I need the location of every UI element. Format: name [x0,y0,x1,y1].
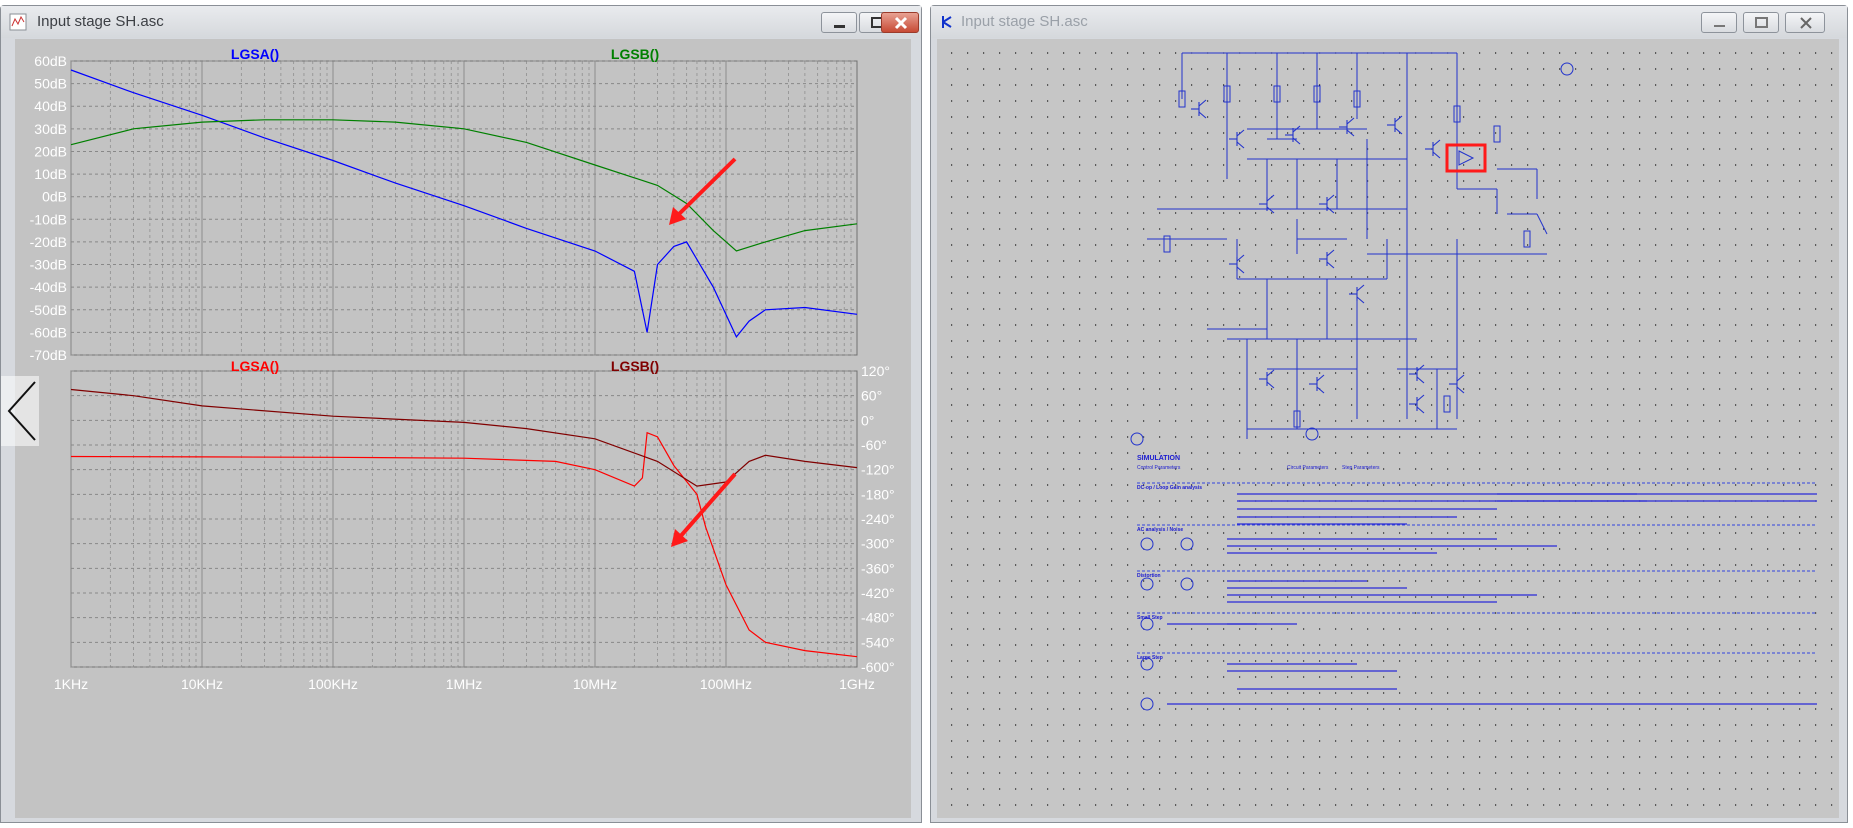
y-tick-label: -540° [861,634,895,650]
transistor-symbol [1229,254,1245,274]
y-tick-label: 60° [861,388,882,404]
y-tick-label: -10dB [30,211,67,227]
transistor-symbol [1409,364,1425,384]
minimize-button[interactable] [1701,12,1737,33]
annotation-arrow-icon [669,157,737,225]
chevron-left-icon [7,381,36,441]
y-tick-label: -60° [861,437,887,453]
x-tick-label: 100KHz [308,676,358,692]
transistor-symbol [1409,394,1425,414]
circuit-wires [1147,52,1548,439]
title-bar[interactable]: Input stage SH.asc [1,6,921,38]
simulation-header: SIMULATION [1137,455,1180,462]
close-button[interactable] [1785,12,1825,33]
section-title: AC analysis / Noise [1137,527,1183,533]
transistor-symbol [1259,194,1275,214]
window-title: Input stage SH.asc [961,13,1088,30]
y-tick-label: 10dB [34,166,67,182]
section-title: DC-op / Loop Gain analysis [1137,485,1202,491]
transistor-symbol [1349,284,1365,304]
resistor-symbol [1163,235,1171,253]
y-tick-label: -30dB [30,257,67,273]
transistor-symbol [1387,115,1403,135]
source-symbol [1180,537,1194,551]
y-tick-label: -50dB [30,302,67,318]
y-tick-label: -240° [861,511,895,527]
resistor-symbol [1443,395,1451,413]
y-tick-label: 20dB [34,143,67,159]
waveform-file-icon [9,13,27,31]
transistor-symbol [1319,194,1335,214]
x-tick-label: 100MHz [700,676,752,692]
sub-header: Step Parameters [1342,465,1380,471]
transistor-symbol [1309,374,1325,394]
source-symbol [1180,577,1194,591]
phase-panel: 120° 60° 0° -60° -120° -180° -240° -300° -360° -4… [70,358,895,675]
y-tick-label: 40dB [34,98,67,114]
y-tick-label: -70dB [30,347,67,363]
waveform-window: Input stage SH.asc 60dB 50dB 40dB 30dB 20dB 1… [0,5,922,823]
source-symbol [1305,427,1319,441]
resistor-symbol [1493,125,1501,143]
x-tick-label: 1GHz [839,676,875,692]
schematic-window: Input stage SH.asc SIMULATION Control Par… [930,5,1848,823]
title-bar[interactable]: Input stage SH.asc [931,6,1847,38]
transistor-symbol [1229,129,1245,149]
y-tick-label: -300° [861,536,895,552]
plot-pane[interactable]: 60dB 50dB 40dB 30dB 20dB 10dB 0dB -10dB -20dB -30… [15,39,911,818]
y-tick-label: 0dB [42,189,67,205]
schematic-canvas[interactable]: SIMULATION Control Parameters Circuit Para… [937,39,1839,818]
schematic-drawing[interactable]: SIMULATION Control Parameters Circuit Para… [937,39,1839,818]
y-tick-label: -20dB [30,234,67,250]
section-title: Distortion [1137,573,1161,579]
y-tick-label: 30dB [34,121,67,137]
sub-header: Control Parameters [1137,465,1181,471]
previous-button[interactable] [1,376,39,446]
close-button[interactable] [881,12,919,33]
y-tick-label: -420° [861,585,895,601]
series-name: LGSB() [611,358,659,374]
series-name: LGSA() [231,46,279,62]
y-tick-label: -120° [861,462,895,478]
source-symbol [1560,62,1574,76]
source-symbol [1140,697,1154,711]
y-tick-label: 0° [861,412,874,428]
magnitude-panel: 60dB 50dB 40dB 30dB 20dB 10dB 0dB -10dB -20dB -30… [30,46,858,363]
section-title: Small Step [1137,615,1163,621]
y-tick-label: -600° [861,659,895,675]
sub-header: Circuit Parameters [1287,465,1329,471]
maximize-button[interactable] [1743,12,1779,33]
transistor-symbol [1425,139,1441,159]
minimize-button[interactable] [821,12,857,33]
x-tick-label: 10KHz [181,676,223,692]
source-symbol [1130,432,1144,446]
source-symbol [1140,577,1154,591]
source-symbol [1140,537,1154,551]
bode-plot[interactable]: 60dB 50dB 40dB 30dB 20dB 10dB 0dB -10dB -20dB -30… [15,39,911,818]
x-tick-label: 1KHz [54,676,88,692]
probe-symbol [1458,150,1475,166]
y-tick-label: -480° [861,610,895,626]
y-tick-label: 60dB [34,53,67,69]
schematic-file-icon [939,13,957,31]
x-tick-label: 1MHz [446,676,483,692]
x-tick-label: 10MHz [573,676,617,692]
y-tick-label: -60dB [30,324,67,340]
y-tick-label: -180° [861,486,895,502]
transistor-symbol [1319,249,1335,269]
series-name: LGSA() [231,358,279,374]
section-title: Large Step [1137,655,1163,661]
y-tick-label: 50dB [34,76,67,92]
y-tick-label: 120° [861,363,890,379]
y-tick-label: -40dB [30,279,67,295]
transistor-symbol [1191,99,1207,119]
window-title: Input stage SH.asc [37,13,164,30]
y-tick-label: -360° [861,560,895,576]
transistor-symbol [1449,374,1465,394]
series-name: LGSB() [611,46,659,62]
